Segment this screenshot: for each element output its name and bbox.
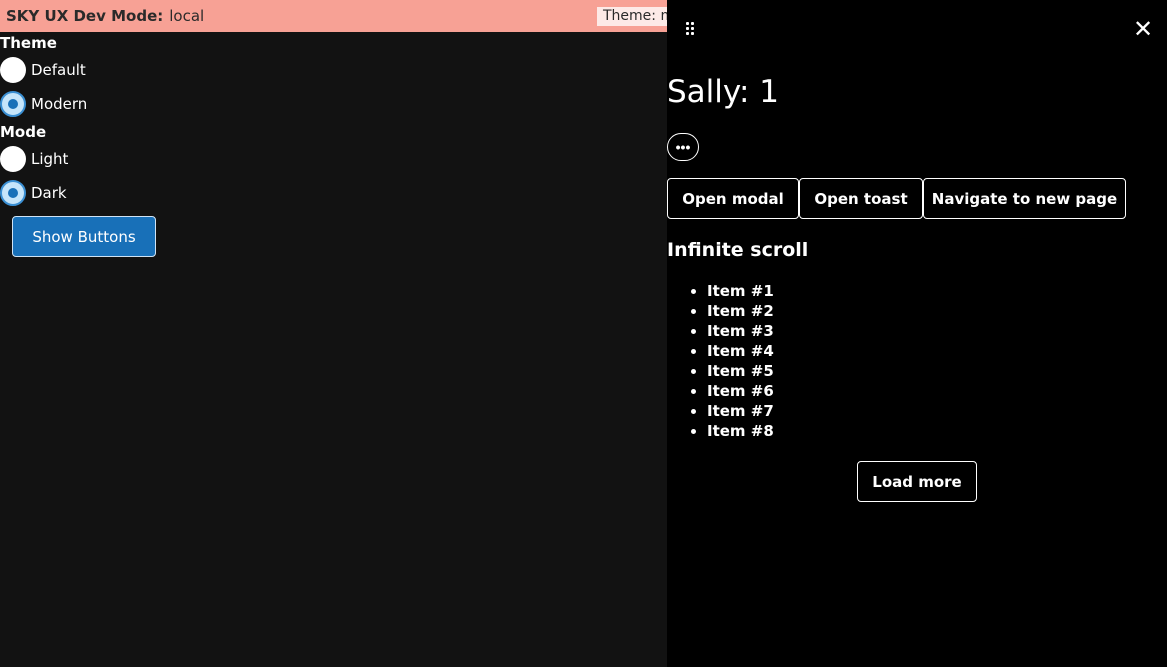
dev-mode-label: SKY UX Dev Mode:	[6, 7, 164, 25]
theme-default-label: Default	[31, 61, 86, 79]
list-item: Item #4	[707, 341, 774, 361]
mode-dark-label: Dark	[31, 184, 67, 202]
mode-option-dark[interactable]: Dark	[0, 176, 667, 210]
open-toast-button[interactable]: Open toast	[799, 178, 923, 219]
list-item: Item #7	[707, 401, 774, 421]
infinite-scroll-heading: Infinite scroll	[667, 239, 809, 261]
panel-title: Sally: 1	[667, 74, 780, 110]
theme-default-radio[interactable]	[0, 57, 26, 83]
theme-option-default[interactable]: Default	[0, 53, 667, 87]
list-item: Item #1	[707, 281, 774, 301]
navigate-new-page-button[interactable]: Navigate to new page	[923, 178, 1126, 219]
list-item: Item #5	[707, 361, 774, 381]
list-item: Item #2	[707, 301, 774, 321]
mode-option-light[interactable]: Light	[0, 142, 667, 176]
item-list: Item #1 Item #2 Item #3 Item #4 Item #5 …	[707, 281, 774, 441]
flyout-panel: ✕ Sally: 1 ••• Open modal Open toast Nav…	[667, 0, 1167, 667]
open-modal-button[interactable]: Open modal	[667, 178, 799, 219]
more-options-button[interactable]: •••	[667, 133, 699, 161]
dev-mode-value: local	[169, 7, 205, 25]
mode-group-label: Mode	[0, 123, 47, 141]
mode-light-label: Light	[31, 150, 69, 168]
show-buttons-button[interactable]: Show Buttons	[12, 216, 156, 257]
mode-light-radio[interactable]	[0, 146, 26, 172]
theme-modern-radio[interactable]	[0, 91, 26, 117]
list-item: Item #6	[707, 381, 774, 401]
load-more-button[interactable]: Load more	[857, 461, 977, 502]
settings-area: Theme Default Modern Mode Light Dark Sho…	[0, 32, 667, 667]
close-icon[interactable]: ✕	[1133, 17, 1153, 41]
theme-indicator: Theme: modern	[597, 7, 677, 26]
theme-group-label: Theme	[0, 34, 57, 52]
list-item: Item #8	[707, 421, 774, 441]
mode-dark-radio[interactable]	[0, 180, 26, 206]
theme-option-modern[interactable]: Modern	[0, 87, 667, 121]
theme-modern-label: Modern	[31, 95, 88, 113]
action-buttons: Open modal Open toast Navigate to new pa…	[667, 178, 1126, 219]
list-item: Item #3	[707, 321, 774, 341]
drag-handle-icon[interactable]	[685, 20, 695, 36]
